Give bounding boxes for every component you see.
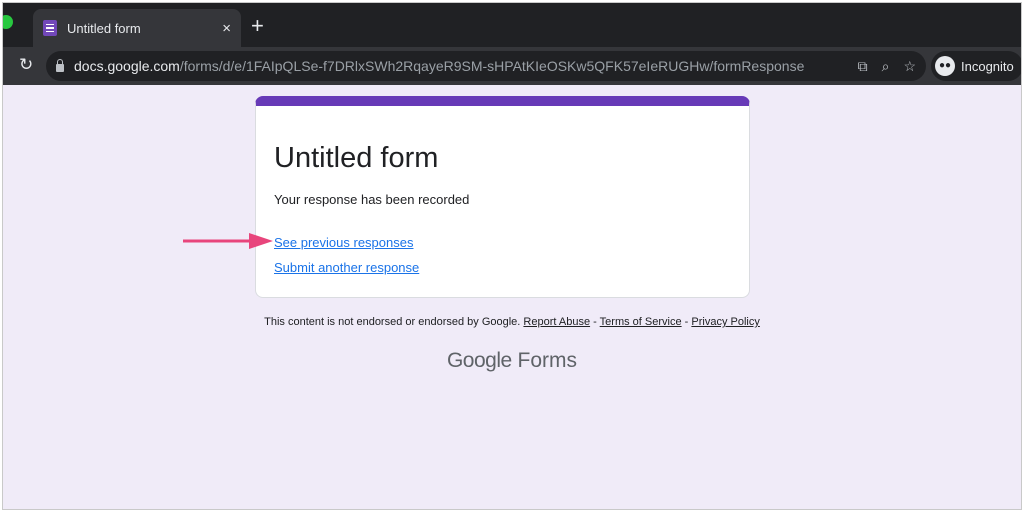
- incognito-icon: ●●: [935, 56, 955, 76]
- url-path: /forms/d/e/1FAIpQLSe-f7DRlxSWh2RqayeR9SM…: [179, 58, 805, 74]
- terms-link[interactable]: Terms of Service: [600, 316, 682, 328]
- browser-window: Untitled form × + ↻ docs.google.com/form…: [2, 2, 1022, 510]
- report-abuse-link[interactable]: Report Abuse: [523, 316, 590, 328]
- window-maximize-button[interactable]: [3, 15, 13, 29]
- separator: -: [684, 316, 689, 328]
- address-bar[interactable]: docs.google.com/forms/d/e/1FAIpQLSe-f7DR…: [46, 51, 926, 81]
- separator: -: [593, 316, 597, 328]
- lock-icon[interactable]: [56, 59, 64, 72]
- browser-toolbar: ↻ docs.google.com/forms/d/e/1FAIpQLSe-f7…: [3, 47, 1021, 85]
- profile-button[interactable]: ●● Incognito: [931, 51, 1021, 81]
- confirmation-message: Your response has been recorded: [274, 192, 470, 207]
- logo-google: Google: [446, 349, 512, 372]
- form-card: Untitled form Your response has been rec…: [255, 96, 750, 298]
- profile-label: Incognito: [961, 58, 1014, 74]
- footer: This content is not endorsed or endorsed…: [3, 316, 1021, 328]
- reload-icon[interactable]: ↻: [19, 55, 33, 75]
- google-forms-logo[interactable]: Google Forms: [3, 349, 1021, 373]
- logo-forms: Forms: [517, 349, 578, 372]
- disclaimer: This content is not endorsed or endorsed…: [264, 316, 521, 328]
- close-tab-icon[interactable]: ×: [222, 20, 231, 37]
- submit-another-response-link[interactable]: Submit another response: [274, 260, 419, 275]
- tab-bar: Untitled form × +: [3, 3, 1021, 47]
- pointer-arrow-icon: [183, 233, 273, 249]
- tab-title: Untitled form: [67, 20, 141, 36]
- see-previous-responses-link[interactable]: See previous responses: [274, 235, 413, 250]
- new-tab-button[interactable]: +: [251, 13, 264, 39]
- zoom-icon[interactable]: ⌕: [882, 58, 890, 75]
- translate-icon[interactable]: ⧉: [858, 58, 868, 75]
- privacy-link[interactable]: Privacy Policy: [691, 316, 759, 328]
- star-icon[interactable]: ☆: [903, 58, 916, 75]
- form-title: Untitled form: [274, 142, 439, 174]
- url-host: docs.google.com: [74, 58, 180, 74]
- tab-untitled-form[interactable]: Untitled form ×: [33, 9, 241, 47]
- forms-favicon-icon: [43, 20, 57, 36]
